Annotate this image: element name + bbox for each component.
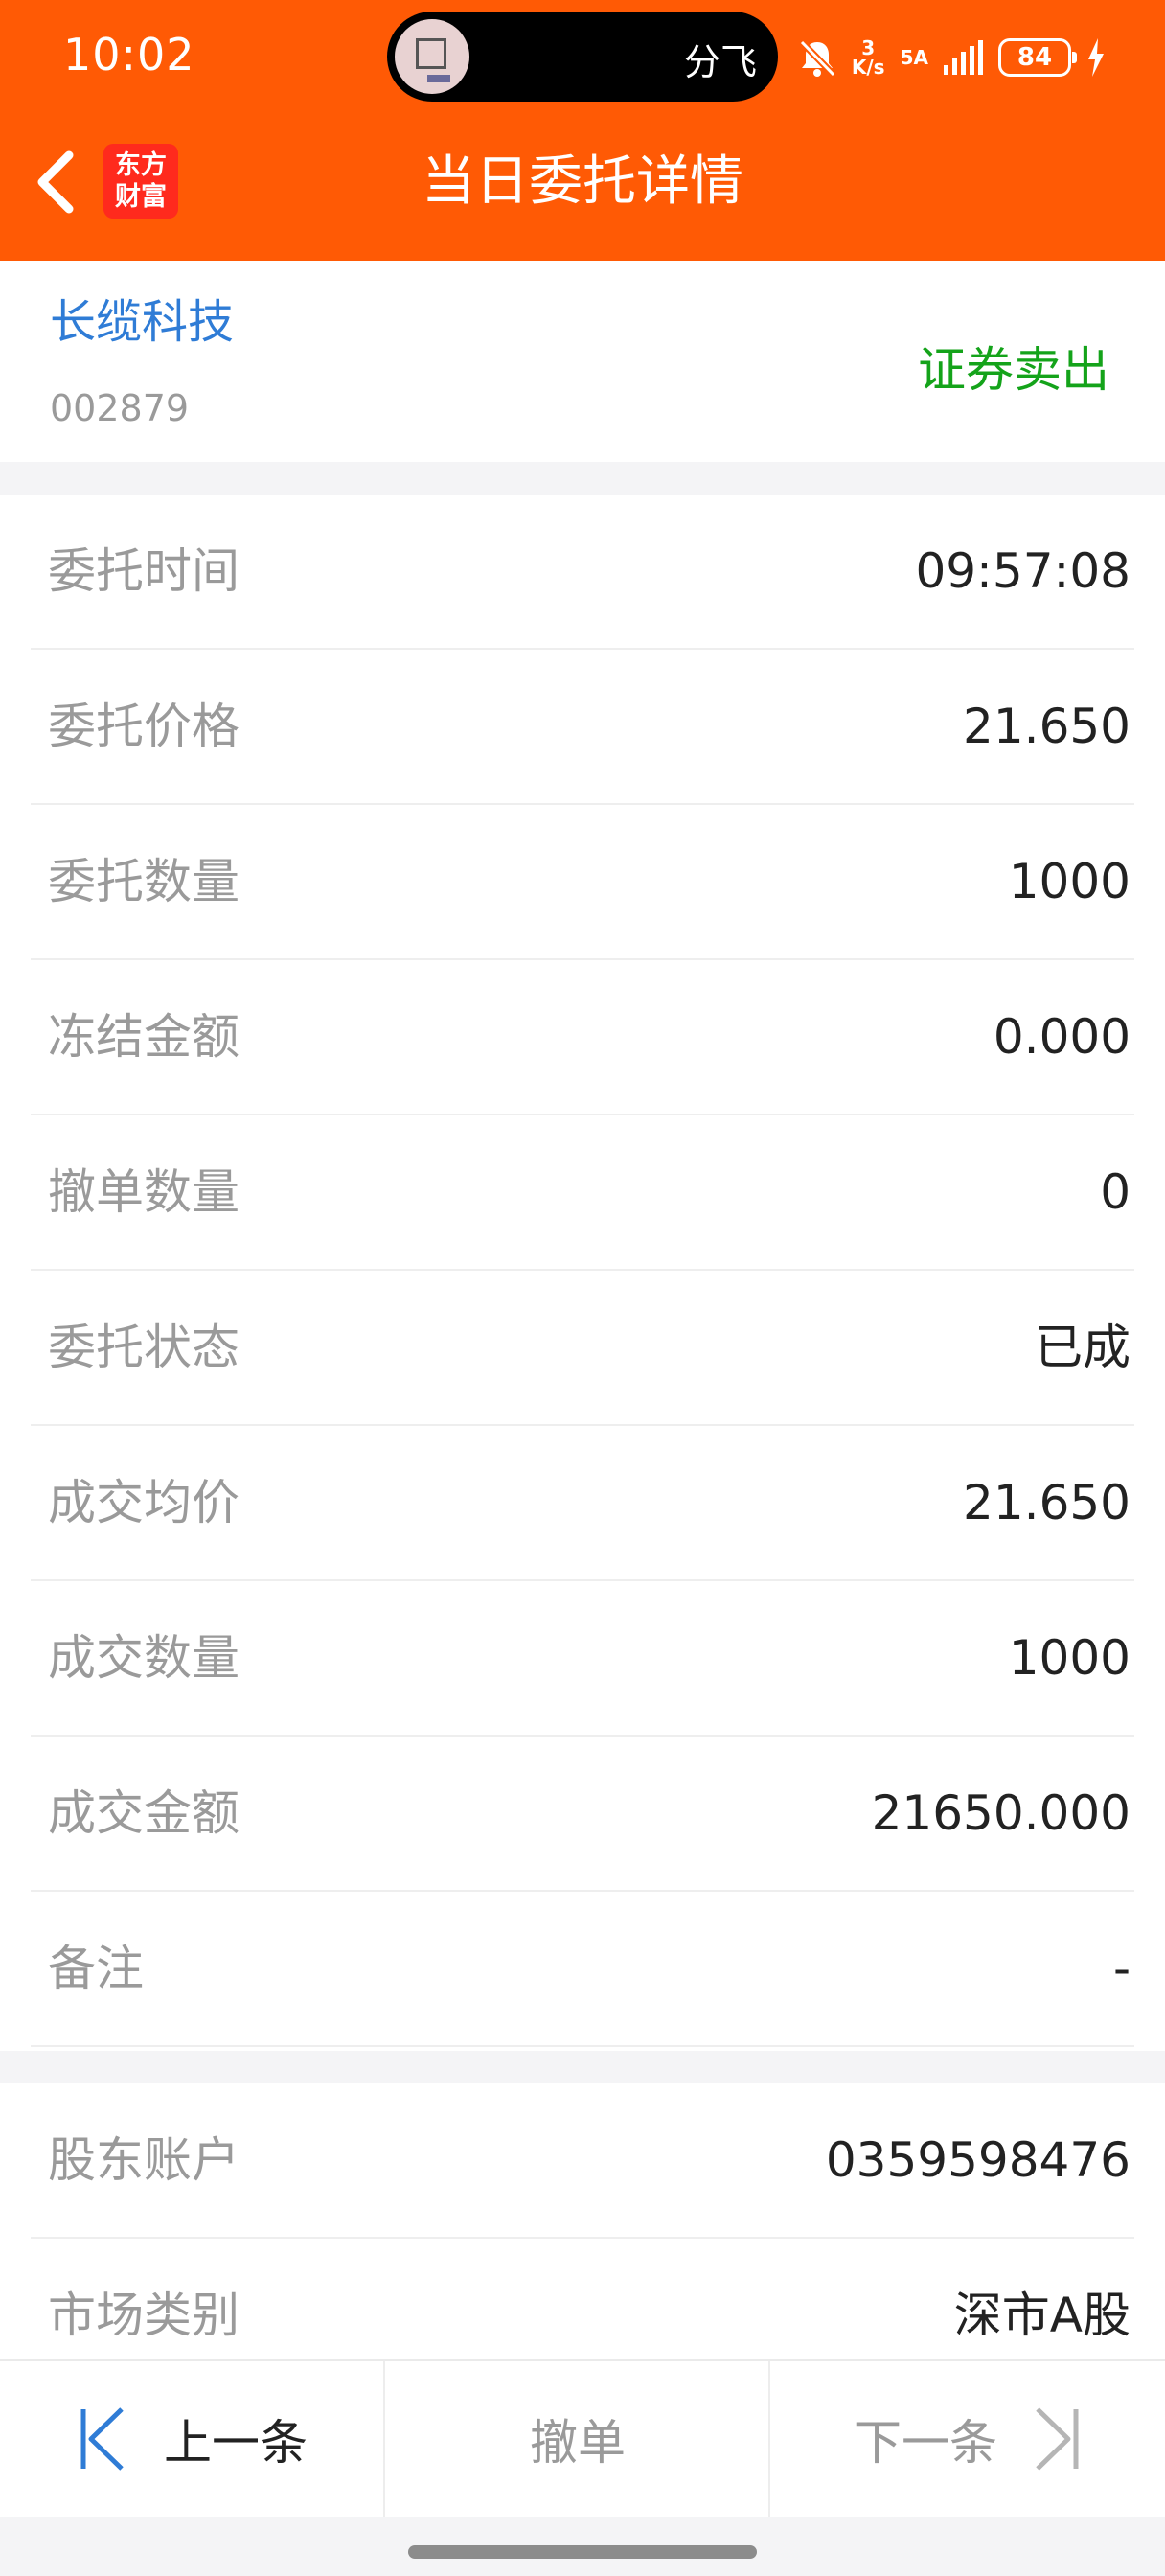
prev-record-label: 上一条 [164,2415,308,2471]
bell-mute-icon [799,39,836,78]
detail-label: 委托状态 [48,1320,240,1375]
status-icons: 3 K/s 5A 84 [798,29,1106,86]
detail-row-avg-deal-price: 成交均价 21.650 [31,1426,1134,1581]
detail-label: 成交数量 [48,1630,240,1686]
detail-value: 09:57:08 [915,543,1131,599]
battery-level: 84 [1017,43,1053,72]
detail-row-deal-amount: 成交金额 21650.000 [31,1736,1134,1892]
detail-value: 21.650 [963,699,1131,754]
detail-row-remark: 备注 - [31,1892,1134,2047]
first-arrow-icon [80,2407,124,2471]
home-indicator[interactable] [408,2545,757,2559]
page-title: 当日委托详情 [422,150,743,213]
cancel-order-label: 撤单 [530,2415,626,2471]
detail-label: 委托数量 [48,854,240,909]
stock-card: 长缆科技 002879 证券卖出 [0,261,1165,462]
detail-row-deal-quantity: 成交数量 1000 [31,1581,1134,1736]
battery-icon: 84 [998,38,1077,77]
dynamic-island[interactable]: 分飞 [387,12,778,102]
signal-icon [944,40,983,75]
detail-label: 股东账户 [48,2132,240,2188]
detail-value: 已成 [1035,1320,1131,1375]
detail-row-frozen-amount: 冻结金额 0.000 [31,960,1134,1116]
music-cover-icon [395,19,469,94]
detail-value: 0 [1100,1164,1131,1220]
detail-label: 冻结金额 [48,1009,240,1065]
detail-label: 成交金额 [48,1785,240,1841]
detail-value: 1000 [1008,854,1131,909]
prev-record-button[interactable]: 上一条 [0,2361,385,2517]
detail-value: 0.000 [993,1009,1131,1065]
detail-label: 委托价格 [48,699,240,754]
net-speed: 3 K/s [852,38,885,77]
charging-icon [1088,38,1104,77]
net-speed-value: 3 [861,36,876,59]
stock-code: 002879 [50,387,190,429]
detail-value: 21.650 [963,1475,1131,1530]
detail-label: 委托时间 [48,543,240,599]
bottom-action-bar: 上一条 撤单 下一条 [0,2359,1165,2517]
cancel-order-button[interactable]: 撤单 [385,2361,770,2517]
order-detail-list: 委托时间 09:57:08 委托价格 21.650 委托数量 1000 冻结金额… [0,494,1165,2051]
gesture-area [0,2517,1165,2576]
detail-label: 撤单数量 [48,1164,240,1220]
detail-row-cancel-quantity: 撤单数量 0 [31,1116,1134,1271]
order-type-badge: 证券卖出 [918,342,1109,398]
network-type: 5A [900,46,928,69]
status-time: 10:02 [63,29,195,80]
detail-value: - [1112,1941,1131,1996]
next-record-label: 下一条 [854,2415,997,2471]
detail-row-shareholder-account: 股东账户 0359598476 [31,2083,1134,2239]
island-text: 分飞 [683,41,757,83]
detail-row-order-price: 委托价格 21.650 [31,650,1134,805]
detail-value: 0359598476 [825,2132,1131,2188]
net-speed-unit: K/s [851,56,885,79]
detail-label: 备注 [48,1941,144,1996]
last-arrow-icon [1036,2407,1079,2471]
detail-row-order-quantity: 委托数量 1000 [31,805,1134,960]
detail-row-order-status: 委托状态 已成 [31,1271,1134,1426]
detail-label: 成交均价 [48,1475,240,1530]
detail-value: 21650.000 [871,1785,1131,1841]
account-detail-list: 股东账户 0359598476 市场类别 深市A股 [0,2083,1165,2394]
app-header: 10:02 分飞 3 K/s 5A 84 东方 财富 当日委托详情 [0,0,1165,261]
detail-row-order-time: 委托时间 09:57:08 [31,494,1134,650]
stock-name[interactable]: 长缆科技 [50,284,234,351]
detail-value: 1000 [1008,1630,1131,1686]
next-record-button[interactable]: 下一条 [770,2361,1165,2517]
